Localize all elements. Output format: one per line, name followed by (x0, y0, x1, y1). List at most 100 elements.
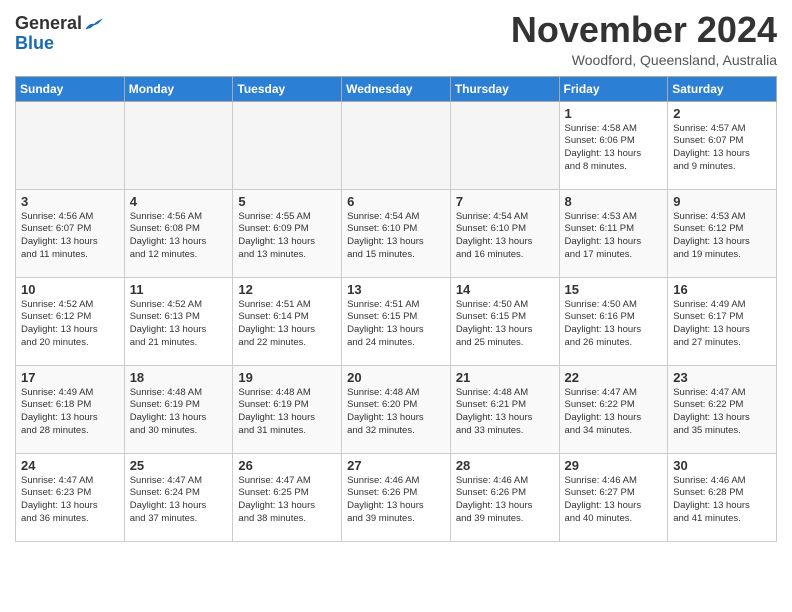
day-number: 1 (565, 106, 663, 121)
day-detail: Sunrise: 4:52 AM Sunset: 6:13 PM Dayligh… (130, 299, 228, 350)
calendar-cell (124, 101, 233, 189)
day-number: 12 (238, 282, 336, 297)
calendar-cell: 17 Sunrise: 4:49 AM Sunset: 6:18 PM Dayli… (16, 365, 125, 453)
calendar-cell: 1 Sunrise: 4:58 AM Sunset: 6:06 PM Daylig… (559, 101, 668, 189)
calendar-cell: 16Sunrise: 4:49 AM Sunset: 6:17 PM Dayli… (668, 277, 777, 365)
calendar-cell: 30Sunrise: 4:46 AM Sunset: 6:28 PM Dayli… (668, 453, 777, 541)
day-detail: Sunrise: 4:53 AM Sunset: 6:12 PM Dayligh… (673, 211, 771, 262)
col-header-friday: Friday (559, 76, 668, 101)
calendar-cell: 27Sunrise: 4:46 AM Sunset: 6:26 PM Dayli… (342, 453, 451, 541)
day-number: 4 (130, 194, 228, 209)
calendar-cell: 22 Sunrise: 4:47 AM Sunset: 6:22 PM Dayli… (559, 365, 668, 453)
calendar-week-5: 24Sunrise: 4:47 AM Sunset: 6:23 PM Dayli… (16, 453, 777, 541)
day-number: 21 (456, 370, 554, 385)
calendar-cell: 24Sunrise: 4:47 AM Sunset: 6:23 PM Dayli… (16, 453, 125, 541)
calendar-cell: 21 Sunrise: 4:48 AM Sunset: 6:21 PM Dayli… (450, 365, 559, 453)
day-number: 15 (565, 282, 663, 297)
calendar-cell: 29 Sunrise: 4:46 AM Sunset: 6:27 PM Dayli… (559, 453, 668, 541)
day-detail: Sunrise: 4:54 AM Sunset: 6:10 PM Dayligh… (456, 211, 554, 262)
calendar-cell: 28 Sunrise: 4:46 AM Sunset: 6:26 PM Dayli… (450, 453, 559, 541)
day-number: 25 (130, 458, 228, 473)
calendar-week-2: 3 Sunrise: 4:56 AM Sunset: 6:07 PM Daylig… (16, 189, 777, 277)
day-detail: Sunrise: 4:55 AM Sunset: 6:09 PM Dayligh… (238, 211, 336, 262)
day-detail: Sunrise: 4:58 AM Sunset: 6:06 PM Dayligh… (565, 123, 663, 174)
day-number: 11 (130, 282, 228, 297)
day-detail: Sunrise: 4:46 AM Sunset: 6:28 PM Dayligh… (673, 475, 771, 526)
calendar-week-3: 10Sunrise: 4:52 AM Sunset: 6:12 PM Dayli… (16, 277, 777, 365)
calendar-cell: 11 Sunrise: 4:52 AM Sunset: 6:13 PM Dayli… (124, 277, 233, 365)
location: Woodford, Queensland, Australia (511, 52, 777, 68)
calendar-cell: 20Sunrise: 4:48 AM Sunset: 6:20 PM Dayli… (342, 365, 451, 453)
day-detail: Sunrise: 4:46 AM Sunset: 6:27 PM Dayligh… (565, 475, 663, 526)
day-detail: Sunrise: 4:50 AM Sunset: 6:16 PM Dayligh… (565, 299, 663, 350)
calendar-cell (450, 101, 559, 189)
day-detail: Sunrise: 4:48 AM Sunset: 6:21 PM Dayligh… (456, 387, 554, 438)
calendar-cell: 26 Sunrise: 4:47 AM Sunset: 6:25 PM Dayli… (233, 453, 342, 541)
calendar-cell: 12 Sunrise: 4:51 AM Sunset: 6:14 PM Dayli… (233, 277, 342, 365)
calendar-cell: 6Sunrise: 4:54 AM Sunset: 6:10 PM Daylig… (342, 189, 451, 277)
month-title: November 2024 (511, 10, 777, 50)
day-detail: Sunrise: 4:47 AM Sunset: 6:22 PM Dayligh… (673, 387, 771, 438)
title-area: November 2024 Woodford, Queensland, Aust… (511, 10, 777, 68)
day-detail: Sunrise: 4:49 AM Sunset: 6:18 PM Dayligh… (21, 387, 119, 438)
day-detail: Sunrise: 4:46 AM Sunset: 6:26 PM Dayligh… (456, 475, 554, 526)
day-detail: Sunrise: 4:47 AM Sunset: 6:24 PM Dayligh… (130, 475, 228, 526)
page: General Blue November 2024 Woodford, Que… (0, 0, 792, 557)
day-detail: Sunrise: 4:47 AM Sunset: 6:22 PM Dayligh… (565, 387, 663, 438)
day-detail: Sunrise: 4:53 AM Sunset: 6:11 PM Dayligh… (565, 211, 663, 262)
calendar-week-4: 17 Sunrise: 4:49 AM Sunset: 6:18 PM Dayli… (16, 365, 777, 453)
calendar-cell (342, 101, 451, 189)
day-number: 9 (673, 194, 771, 209)
calendar-cell (16, 101, 125, 189)
day-number: 3 (21, 194, 119, 209)
day-detail: Sunrise: 4:46 AM Sunset: 6:26 PM Dayligh… (347, 475, 445, 526)
day-number: 7 (456, 194, 554, 209)
calendar-cell: 5 Sunrise: 4:55 AM Sunset: 6:09 PM Daylig… (233, 189, 342, 277)
day-detail: Sunrise: 4:47 AM Sunset: 6:23 PM Dayligh… (21, 475, 119, 526)
logo: General Blue (15, 14, 104, 54)
logo-text: General (15, 14, 82, 34)
calendar-cell (233, 101, 342, 189)
day-detail: Sunrise: 4:48 AM Sunset: 6:19 PM Dayligh… (130, 387, 228, 438)
day-number: 18 (130, 370, 228, 385)
day-detail: Sunrise: 4:51 AM Sunset: 6:14 PM Dayligh… (238, 299, 336, 350)
calendar-cell: 8 Sunrise: 4:53 AM Sunset: 6:11 PM Daylig… (559, 189, 668, 277)
day-number: 22 (565, 370, 663, 385)
day-number: 23 (673, 370, 771, 385)
day-detail: Sunrise: 4:48 AM Sunset: 6:19 PM Dayligh… (238, 387, 336, 438)
calendar-cell: 9 Sunrise: 4:53 AM Sunset: 6:12 PM Daylig… (668, 189, 777, 277)
day-number: 26 (238, 458, 336, 473)
col-header-sunday: Sunday (16, 76, 125, 101)
day-detail: Sunrise: 4:56 AM Sunset: 6:08 PM Dayligh… (130, 211, 228, 262)
day-detail: Sunrise: 4:57 AM Sunset: 6:07 PM Dayligh… (673, 123, 771, 174)
calendar: SundayMondayTuesdayWednesdayThursdayFrid… (15, 76, 777, 542)
calendar-cell: 13Sunrise: 4:51 AM Sunset: 6:15 PM Dayli… (342, 277, 451, 365)
day-number: 17 (21, 370, 119, 385)
calendar-cell: 10Sunrise: 4:52 AM Sunset: 6:12 PM Dayli… (16, 277, 125, 365)
logo-general: General (15, 13, 82, 33)
day-number: 19 (238, 370, 336, 385)
col-header-thursday: Thursday (450, 76, 559, 101)
header: General Blue November 2024 Woodford, Que… (15, 10, 777, 68)
day-detail: Sunrise: 4:50 AM Sunset: 6:15 PM Dayligh… (456, 299, 554, 350)
day-detail: Sunrise: 4:52 AM Sunset: 6:12 PM Dayligh… (21, 299, 119, 350)
calendar-cell: 3 Sunrise: 4:56 AM Sunset: 6:07 PM Daylig… (16, 189, 125, 277)
day-number: 16 (673, 282, 771, 297)
day-number: 14 (456, 282, 554, 297)
col-header-tuesday: Tuesday (233, 76, 342, 101)
calendar-cell: 18 Sunrise: 4:48 AM Sunset: 6:19 PM Dayli… (124, 365, 233, 453)
day-detail: Sunrise: 4:56 AM Sunset: 6:07 PM Dayligh… (21, 211, 119, 262)
calendar-cell: 19 Sunrise: 4:48 AM Sunset: 6:19 PM Dayli… (233, 365, 342, 453)
col-header-saturday: Saturday (668, 76, 777, 101)
day-number: 5 (238, 194, 336, 209)
day-number: 8 (565, 194, 663, 209)
day-number: 29 (565, 458, 663, 473)
day-detail: Sunrise: 4:51 AM Sunset: 6:15 PM Dayligh… (347, 299, 445, 350)
day-detail: Sunrise: 4:48 AM Sunset: 6:20 PM Dayligh… (347, 387, 445, 438)
calendar-cell: 15 Sunrise: 4:50 AM Sunset: 6:16 PM Dayli… (559, 277, 668, 365)
logo-bird-icon (84, 17, 104, 31)
day-number: 28 (456, 458, 554, 473)
day-detail: Sunrise: 4:47 AM Sunset: 6:25 PM Dayligh… (238, 475, 336, 526)
logo-blue-text: Blue (15, 34, 54, 54)
calendar-cell: 25 Sunrise: 4:47 AM Sunset: 6:24 PM Dayli… (124, 453, 233, 541)
